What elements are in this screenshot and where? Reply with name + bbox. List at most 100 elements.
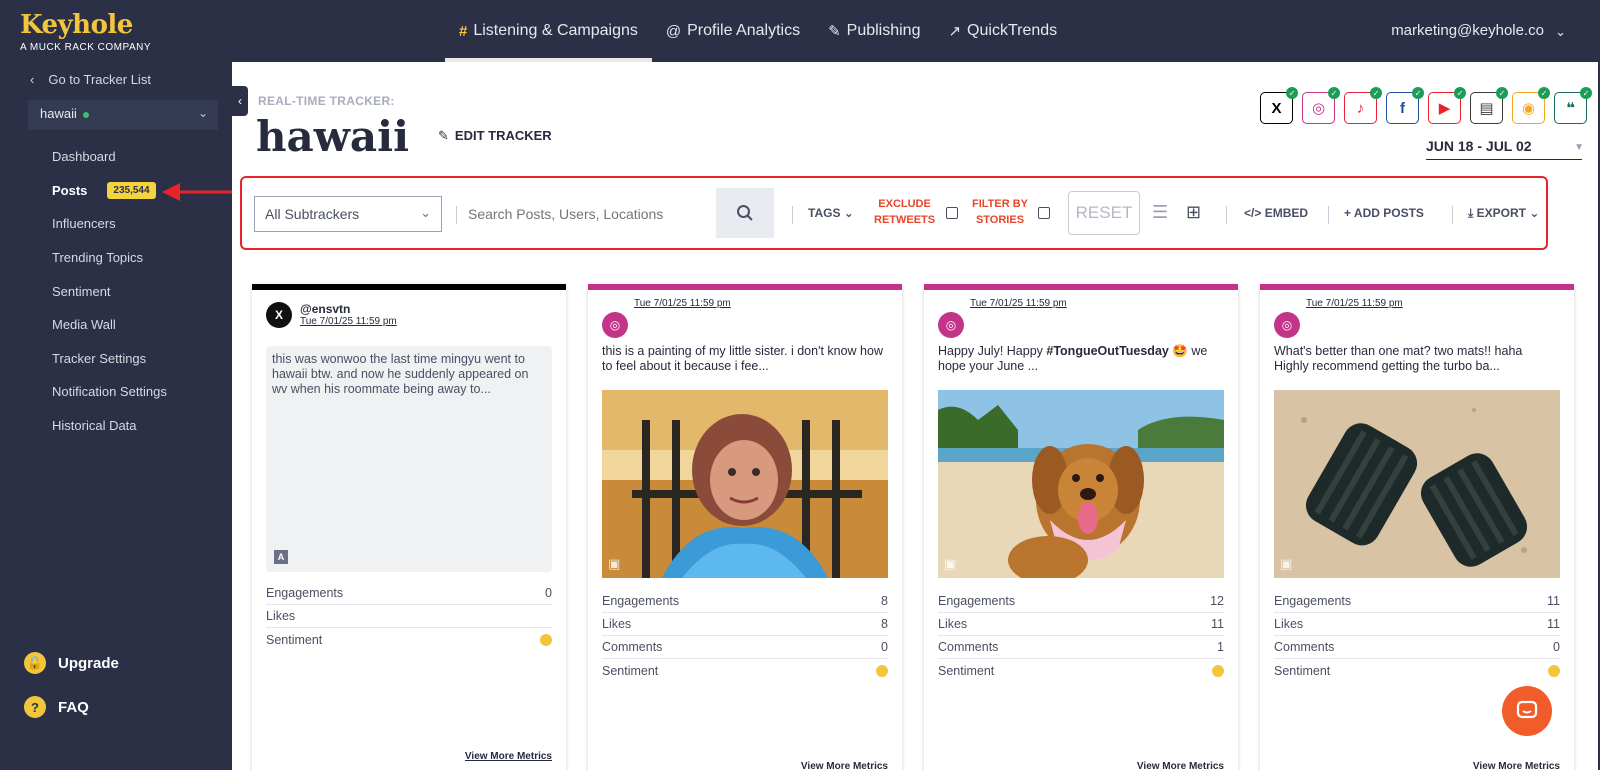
back-to-tracker-list[interactable]: ‹ Go to Tracker List <box>30 72 151 87</box>
post-timestamp[interactable]: Tue 7/01/25 11:59 pm <box>300 316 397 327</box>
post-card[interactable]: Tue 7/01/25 11:59 pm ◎ this is a paintin… <box>588 284 902 770</box>
post-timestamp[interactable]: Tue 7/01/25 11:59 pm <box>1306 298 1403 309</box>
view-more-metrics-link[interactable]: View More Metrics <box>1137 761 1224 770</box>
search-input[interactable] <box>468 196 713 232</box>
sidebar-item-influencers[interactable]: Influencers <box>52 207 167 241</box>
post-header: ◎ <box>1274 312 1300 338</box>
post-image[interactable]: ▣ <box>602 390 888 578</box>
check-icon: ✓ <box>1496 87 1508 99</box>
dog-beach-image <box>938 390 1224 578</box>
exclude-line2: RETWEETS <box>874 214 936 226</box>
sentiment-neutral-icon <box>540 633 552 646</box>
divider <box>1328 206 1329 224</box>
chevron-down-icon: ⌄ <box>843 206 854 220</box>
post-image[interactable]: ▣ <box>1274 390 1560 578</box>
network-glyph: f <box>1400 99 1405 117</box>
network-glyph: ▤ <box>1479 100 1494 117</box>
tracker-select[interactable]: hawaii ⌄ <box>28 100 218 130</box>
post-image[interactable]: ▣ <box>938 390 1224 578</box>
sidebar-item-sentiment[interactable]: Sentiment <box>52 274 167 308</box>
post-text-box: this was wonwoo the last time mingyu wen… <box>266 346 552 572</box>
tiktok-icon[interactable]: ♪ ✓ <box>1344 87 1382 124</box>
metric-label: Sentiment <box>602 663 659 678</box>
sidebar-item-trending-topics[interactable]: Trending Topics <box>52 241 167 275</box>
hashtag-link[interactable]: #TongueOutTuesday <box>1046 344 1168 358</box>
metric-row: Sentiment <box>1274 659 1560 682</box>
instagram-icon[interactable]: ◎ ✓ <box>1302 87 1340 124</box>
subtrackers-select[interactable]: All Subtrackers ⌄ <box>254 196 442 232</box>
sidebar-item-media-wall[interactable]: Media Wall <box>52 308 167 342</box>
date-range-picker[interactable]: JUN 18 - JUL 02 ▼ <box>1426 138 1584 160</box>
x-icon[interactable]: X ✓ <box>1260 87 1298 124</box>
metric-value: 8 <box>881 617 888 631</box>
post-text: this was wonwoo the last time mingyu wen… <box>272 352 529 396</box>
post-handle[interactable]: @ensvtn <box>300 302 397 316</box>
grid-view-icon[interactable]: ⊞ <box>1186 202 1201 223</box>
reset-button[interactable]: RESET <box>1068 191 1140 235</box>
search-button[interactable] <box>716 188 774 238</box>
logo[interactable]: Keyhole A MUCK RACK COMPANY <box>20 10 151 53</box>
painting-image <box>602 390 888 578</box>
facebook-icon[interactable]: f ✓ <box>1386 87 1424 124</box>
view-more-metrics-link[interactable]: View More Metrics <box>465 751 552 762</box>
export-label: EXPORT <box>1476 206 1526 220</box>
filter-line2: STORIES <box>975 214 1025 226</box>
metric-label: Sentiment <box>266 632 323 647</box>
metric-row: Comments 0 <box>602 636 888 659</box>
metric-row: Likes 11 <box>1274 613 1560 636</box>
exclude-retweets-label: EXCLUDE RETWEETS <box>874 196 935 228</box>
exclude-line1: EXCLUDE <box>878 198 931 210</box>
news-icon[interactable]: ▤ ✓ <box>1470 87 1508 124</box>
post-timestamp[interactable]: Tue 7/01/25 11:59 pm <box>970 298 1067 309</box>
text-post-icon: A <box>274 550 288 564</box>
metric-row: Likes <box>266 605 552 628</box>
view-more-metrics-link[interactable]: View More Metrics <box>1473 761 1560 770</box>
chat-icon <box>1516 700 1538 719</box>
sidebar-item-notification-settings[interactable]: Notification Settings <box>52 375 167 409</box>
check-icon: ✓ <box>1328 87 1340 99</box>
sidebar-item-label: Sentiment <box>52 283 111 299</box>
faq-link[interactable]: ? FAQ <box>24 696 89 718</box>
chevron-down-icon: ⌄ <box>420 205 431 220</box>
youtube-icon[interactable]: ▶ ✓ <box>1428 87 1466 124</box>
post-card[interactable]: Tue 7/01/25 11:59 pm ◎ Happy July! Happy… <box>924 284 1238 770</box>
tags-dropdown[interactable]: TAGS ⌄ <box>808 206 854 220</box>
sidebar-item-label: Dashboard <box>52 149 116 165</box>
active-status-dot <box>82 111 89 118</box>
metric-label: Likes <box>938 617 968 631</box>
user-email[interactable]: marketing@keyhole.co <box>1391 22 1544 39</box>
embed-button[interactable]: </> EMBED <box>1244 206 1308 220</box>
sidebar-item-tracker-settings[interactable]: Tracker Settings <box>52 342 167 376</box>
download-icon: ⤓ <box>1468 206 1474 220</box>
edit-tracker-button[interactable]: ✎ EDIT TRACKER <box>438 128 552 144</box>
sidebar-item-dashboard[interactable]: Dashboard <box>52 140 167 174</box>
collapse-sidebar-button[interactable]: ‹ <box>232 86 248 116</box>
filter-by-stories-label: FILTER BY STORIES <box>972 196 1028 228</box>
chat-support-button[interactable] <box>1502 686 1552 736</box>
check-icon: ✓ <box>1412 87 1424 99</box>
instagram-icon: ◎ <box>938 312 964 338</box>
exclude-retweets-checkbox[interactable] <box>946 207 958 219</box>
filter-by-stories-checkbox[interactable] <box>1038 207 1050 219</box>
rss-icon[interactable]: ◉ ✓ <box>1512 87 1550 124</box>
post-card[interactable]: X @ensvtn Tue 7/01/25 11:59 pm this was … <box>252 284 566 770</box>
divider <box>1452 206 1453 224</box>
metric-label: Likes <box>266 609 296 623</box>
forums-icon[interactable]: ❝ ✓ <box>1554 87 1592 124</box>
sidebar-item-label: Notification Settings <box>52 384 167 400</box>
sidebar-item-historical-data[interactable]: Historical Data <box>52 409 167 443</box>
add-posts-button[interactable]: + ADD POSTS <box>1344 206 1424 220</box>
upgrade-link[interactable]: 🔒 Upgrade <box>24 652 119 674</box>
nav-listening-campaigns[interactable]: # Listening & Campaigns <box>445 0 652 62</box>
nav-quicktrends[interactable]: ↗ QuickTrends <box>934 0 1071 62</box>
chevron-down-icon[interactable]: ⌄ <box>1555 24 1566 40</box>
sidebar-item-posts[interactable]: Posts 235,544 <box>52 174 167 208</box>
view-more-metrics-link[interactable]: View More Metrics <box>801 761 888 770</box>
faq-label: FAQ <box>58 698 89 716</box>
post-timestamp[interactable]: Tue 7/01/25 11:59 pm <box>634 298 731 309</box>
list-view-icon[interactable]: ☰ <box>1152 202 1168 223</box>
nav-profile-analytics[interactable]: @ Profile Analytics <box>652 0 814 62</box>
nav-publishing[interactable]: ✎ Publishing <box>814 0 934 62</box>
date-range-value: JUN 18 - JUL 02 <box>1426 138 1532 154</box>
export-button[interactable]: ⤓ EXPORT ⌄ <box>1468 206 1539 221</box>
